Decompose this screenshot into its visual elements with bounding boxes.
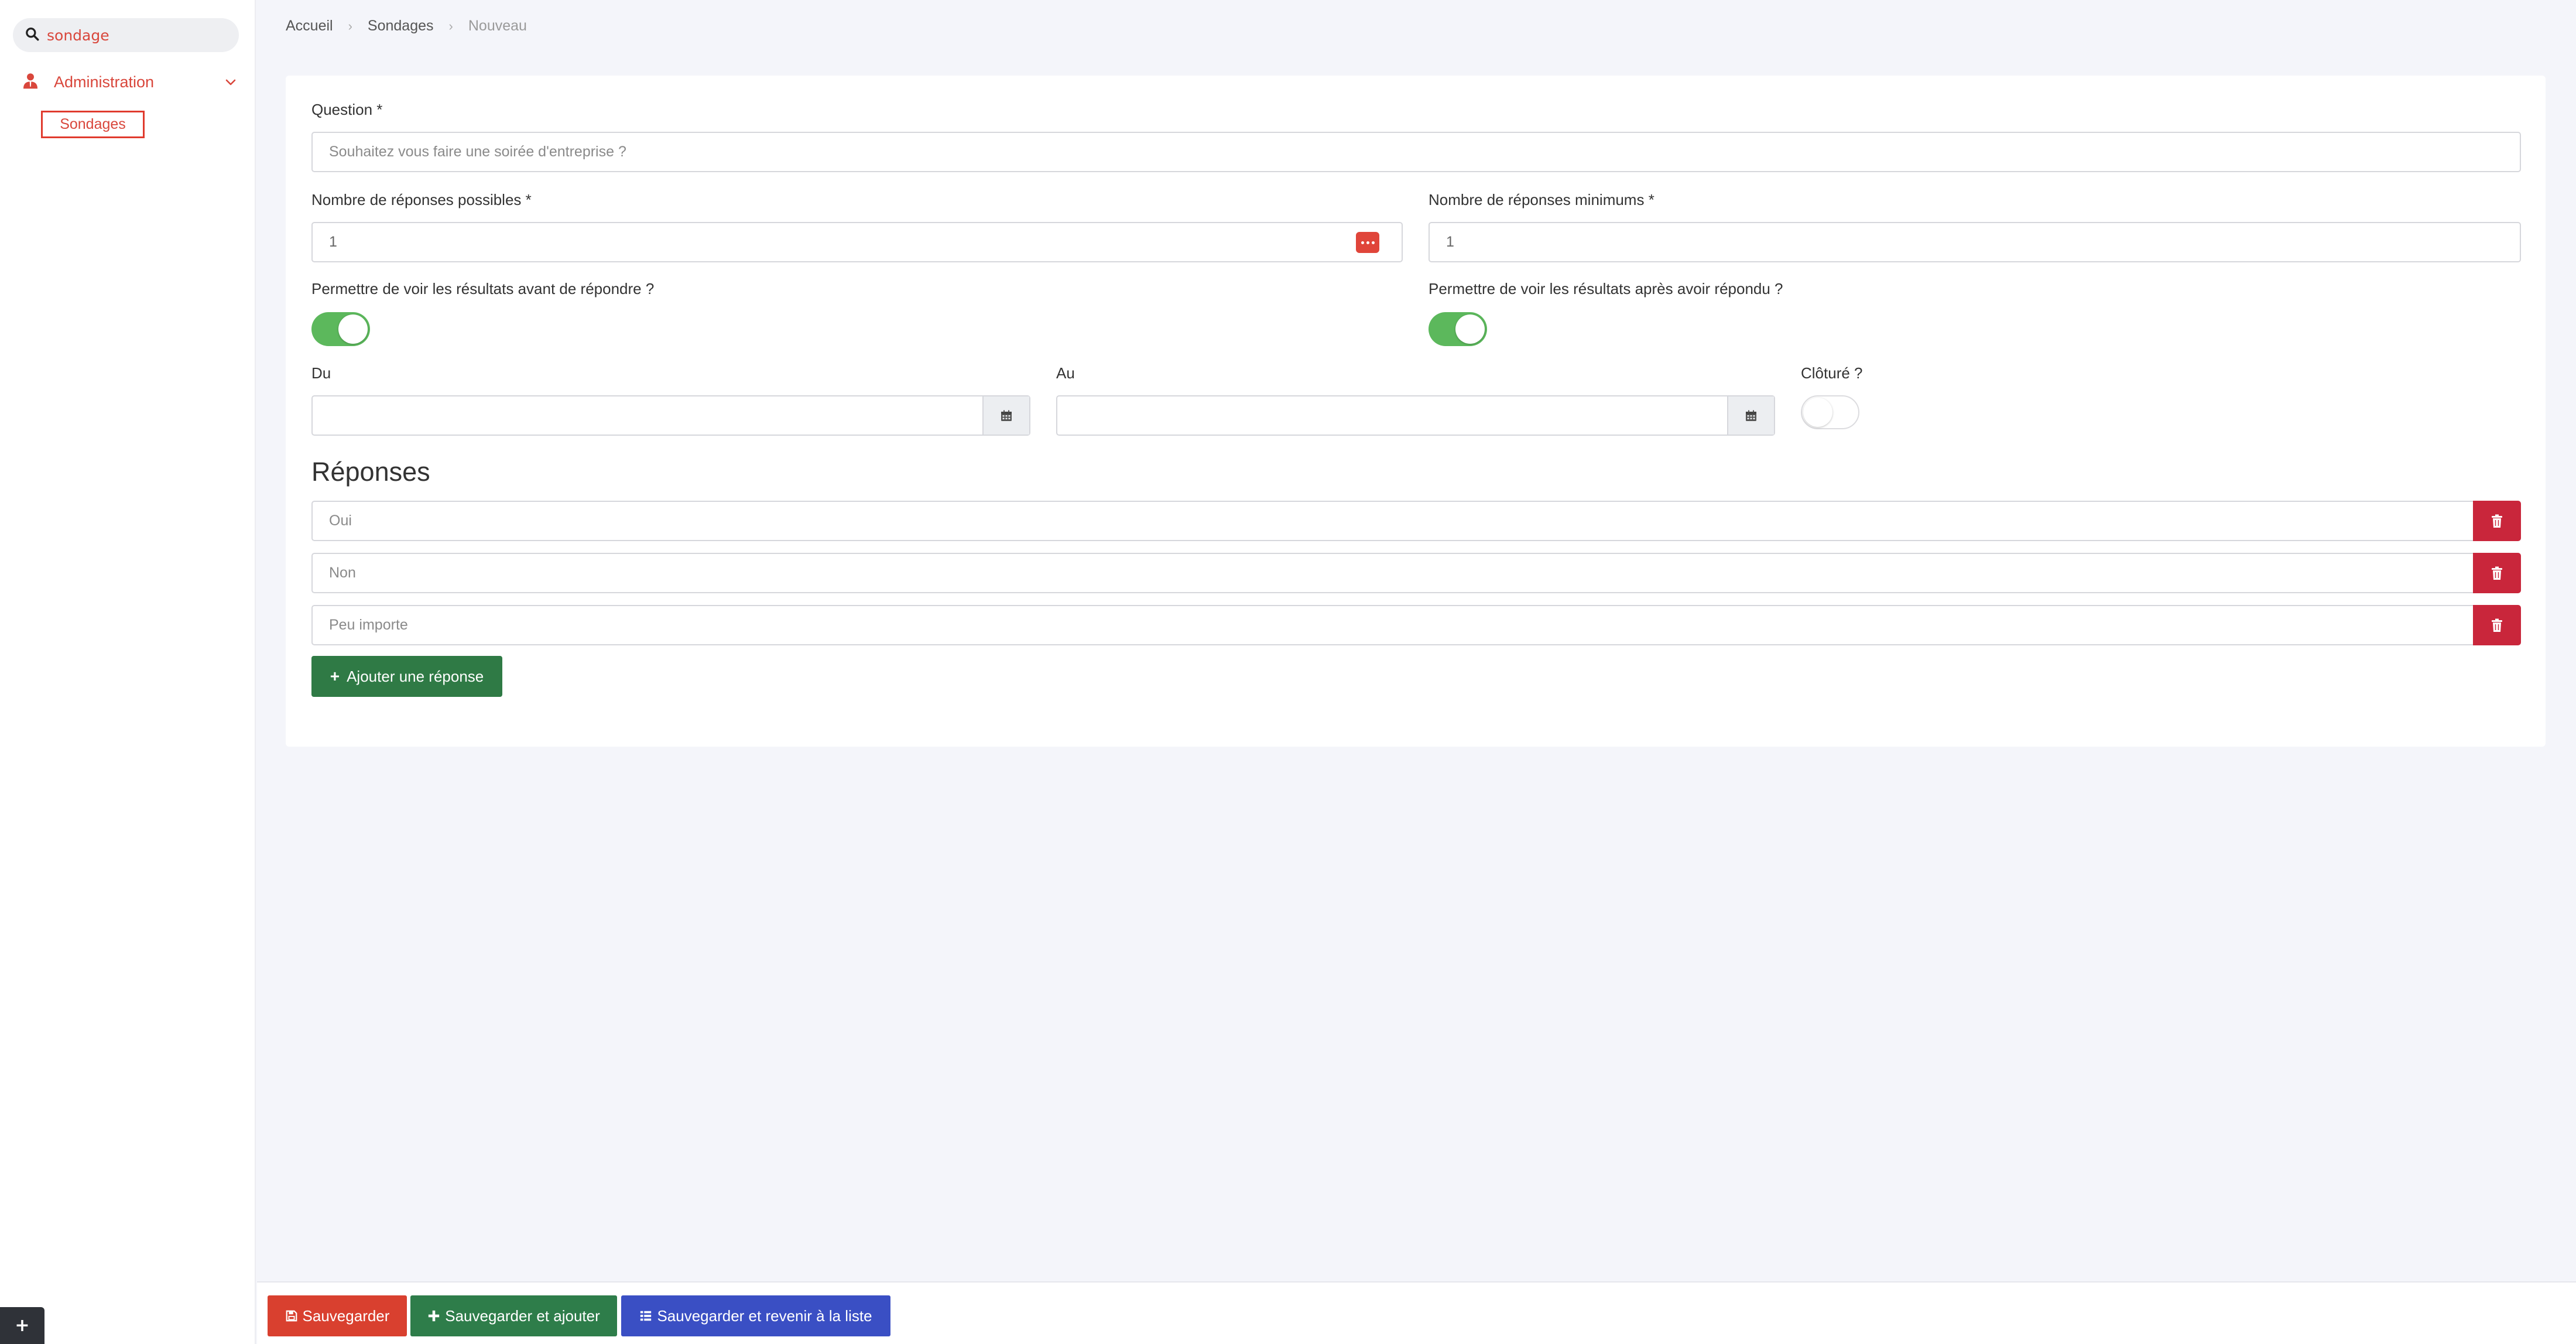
save-and-return-button[interactable]: Sauvegarder et revenir à la liste xyxy=(621,1295,890,1336)
save-and-return-label: Sauvegarder et revenir à la liste xyxy=(657,1307,872,1325)
trash-icon xyxy=(2492,566,2502,580)
answer-input[interactable] xyxy=(329,617,2473,634)
answer-row xyxy=(311,501,2521,541)
sidebar-item-label: Administration xyxy=(54,73,155,91)
question-input[interactable] xyxy=(329,143,2520,160)
answers-title: Réponses xyxy=(311,457,430,487)
possible-answers-field[interactable] xyxy=(311,222,1403,262)
from-date-input[interactable] xyxy=(313,407,1029,424)
calendar-icon[interactable] xyxy=(1727,396,1774,435)
breadcrumb-current: Nouveau xyxy=(468,18,527,34)
poll-form-card: Question * Nombre de réponses possibles … xyxy=(286,76,2546,747)
save-label: Sauvegarder xyxy=(302,1307,390,1325)
save-and-add-button[interactable]: Sauvegarder et ajouter xyxy=(410,1295,617,1336)
delete-answer-button[interactable] xyxy=(2473,501,2521,541)
from-date-field[interactable] xyxy=(311,395,1030,436)
question-field[interactable] xyxy=(311,132,2521,172)
answer-input[interactable] xyxy=(329,565,2473,582)
expand-button[interactable]: + xyxy=(0,1307,44,1344)
question-label: Question * xyxy=(311,101,383,118)
answer-field[interactable] xyxy=(311,501,2474,541)
action-footer: Sauvegarder Sauvegarder et ajouter Sauve… xyxy=(257,1281,2576,1344)
sidebar-search[interactable] xyxy=(13,18,239,52)
breadcrumb: Accueil › Sondages › Nouveau xyxy=(286,18,527,35)
chevron-right-icon: › xyxy=(348,18,352,33)
search-input[interactable] xyxy=(47,26,234,44)
plus-icon xyxy=(429,1310,440,1322)
plus-icon: + xyxy=(330,667,340,685)
save-icon xyxy=(286,1310,297,1322)
closed-toggle[interactable] xyxy=(1801,395,1859,429)
answer-field[interactable] xyxy=(311,553,2474,593)
answer-row xyxy=(311,553,2521,593)
to-date-field[interactable] xyxy=(1056,395,1775,436)
sidebar-item-administration[interactable]: Administration xyxy=(21,68,238,96)
possible-answers-label: Nombre de réponses possibles * xyxy=(311,191,532,208)
chevron-right-icon: › xyxy=(448,18,453,33)
possible-answers-input[interactable] xyxy=(329,234,1402,251)
toggle-knob xyxy=(338,314,368,344)
list-icon xyxy=(640,1311,652,1321)
results-after-toggle[interactable] xyxy=(1429,312,1487,346)
add-answer-button[interactable]: + Ajouter une réponse xyxy=(311,656,502,697)
save-button[interactable]: Sauvegarder xyxy=(268,1295,407,1336)
search-icon xyxy=(25,26,40,44)
chevron-down-icon xyxy=(224,75,238,91)
more-dots-icon[interactable] xyxy=(1356,232,1379,253)
sidebar-item-sondages[interactable]: Sondages xyxy=(41,111,145,138)
trash-icon xyxy=(2492,514,2502,528)
minimum-answers-field[interactable] xyxy=(1429,222,2521,262)
results-before-toggle[interactable] xyxy=(311,312,370,346)
answer-field[interactable] xyxy=(311,605,2474,645)
results-before-label: Permettre de voir les résultats avant de… xyxy=(311,280,655,297)
delete-answer-button[interactable] xyxy=(2473,553,2521,593)
delete-answer-button[interactable] xyxy=(2473,605,2521,645)
add-answer-label: Ajouter une réponse xyxy=(347,667,484,685)
toggle-knob xyxy=(1455,314,1485,344)
minimum-answers-label: Nombre de réponses minimums * xyxy=(1429,191,1654,208)
trash-icon xyxy=(2492,618,2502,632)
minimum-answers-input[interactable] xyxy=(1446,234,2520,251)
user-tie-icon xyxy=(21,71,40,93)
from-date-label: Du xyxy=(311,364,331,382)
breadcrumb-sondages[interactable]: Sondages xyxy=(368,18,434,35)
to-date-input[interactable] xyxy=(1057,407,1774,424)
answer-input[interactable] xyxy=(329,512,2473,529)
sidebar: Administration Sondages + xyxy=(0,0,256,1344)
results-after-label: Permettre de voir les résultats après av… xyxy=(1429,280,1783,297)
answer-row xyxy=(311,605,2521,645)
save-and-add-label: Sauvegarder et ajouter xyxy=(445,1307,600,1325)
calendar-icon[interactable] xyxy=(982,396,1029,435)
to-date-label: Au xyxy=(1056,364,1075,382)
closed-label: Clôturé ? xyxy=(1801,364,1863,382)
toggle-knob xyxy=(1803,398,1832,427)
breadcrumb-home[interactable]: Accueil xyxy=(286,18,333,35)
